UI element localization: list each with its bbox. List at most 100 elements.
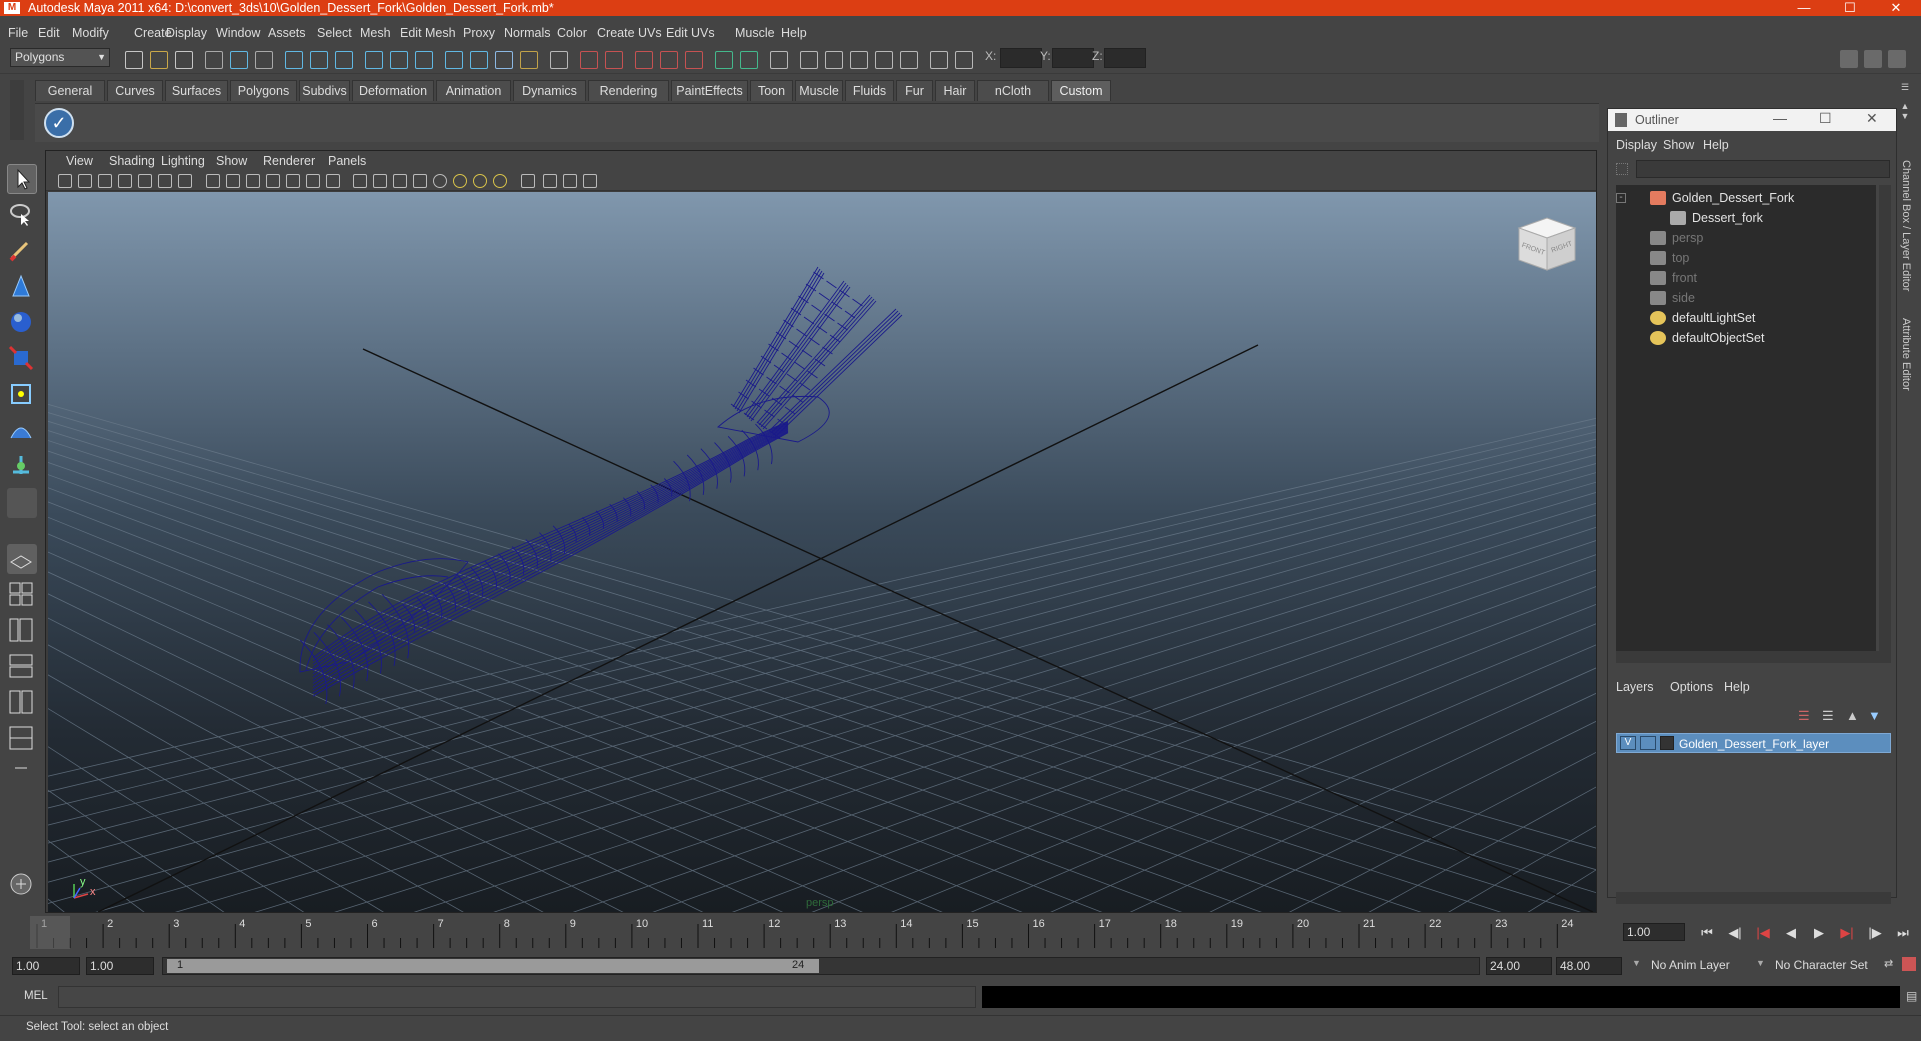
statusline-tool-29-icon[interactable]: [875, 51, 893, 69]
outliner-item-golden-dessert-fork[interactable]: Golden_Dessert_Fork: [1650, 189, 1872, 207]
render-view-icon[interactable]: [7, 870, 37, 900]
shelf-tab-painteffects[interactable]: PaintEffects: [671, 80, 748, 101]
statusline-tool-12-icon[interactable]: [415, 51, 433, 69]
shelf-menu-icon[interactable]: ☰: [1897, 82, 1913, 93]
current-frame-field[interactable]: 1.00: [1623, 923, 1685, 941]
paint-select-tool-icon[interactable]: [7, 236, 37, 266]
statusline-tool-10-icon[interactable]: [365, 51, 383, 69]
layer-row[interactable]: V Golden_Dessert_Fork_layer: [1616, 733, 1891, 753]
layer-playback-toggle[interactable]: [1640, 736, 1656, 750]
outliner-vscrollbar[interactable]: [1879, 185, 1891, 660]
last-tool-slot[interactable]: [7, 488, 37, 518]
shadows-icon[interactable]: [326, 174, 340, 188]
auto-key-icon[interactable]: ⇄: [1884, 957, 1893, 970]
anim-layer-dropdown[interactable]: No Anim Layer: [1648, 957, 1758, 975]
statusline-tool-22-icon[interactable]: [685, 51, 703, 69]
layer-hscrollbar[interactable]: [1616, 892, 1891, 904]
menu-window[interactable]: Window: [216, 26, 260, 40]
menu-edit[interactable]: Edit: [38, 26, 60, 40]
character-set-dropdown-arrow-icon[interactable]: ▼: [1756, 958, 1765, 968]
collapse-toggle-icon[interactable]: -: [1616, 193, 1626, 203]
outliner-hscrollbar[interactable]: [1616, 651, 1891, 663]
outliner-item-persp[interactable]: persp: [1650, 229, 1872, 247]
current-time-marker[interactable]: [30, 916, 70, 949]
shelf-up-arrow-icon[interactable]: ▲: [1897, 101, 1913, 111]
vp-layout-1-icon[interactable]: [543, 174, 557, 188]
go-to-start-icon[interactable]: ⏮: [1697, 923, 1717, 943]
statusline-tool-31-icon[interactable]: [930, 51, 948, 69]
textured-icon[interactable]: [286, 174, 300, 188]
statusline-tool-18-icon[interactable]: [580, 51, 598, 69]
statusline-tool-24-icon[interactable]: [740, 51, 758, 69]
shelf-tab-ncloth[interactable]: nCloth: [977, 80, 1049, 101]
play-backwards-icon[interactable]: ◀: [1781, 923, 1801, 943]
statusline-tool-2-icon[interactable]: [150, 51, 168, 69]
outliner-menu-help[interactable]: Help: [1703, 138, 1729, 152]
statusline-tool-9-icon[interactable]: [335, 51, 353, 69]
maximize-button[interactable]: ☐: [1828, 0, 1872, 16]
menu-set-dropdown[interactable]: Polygons ▼: [10, 48, 110, 67]
outliner-close-button[interactable]: ✕: [1866, 110, 1878, 127]
layer-visibility-toggle[interactable]: V: [1620, 736, 1636, 750]
menu-create-uvs[interactable]: Create UVs: [597, 26, 662, 40]
layer-down-icon[interactable]: ▼: [1868, 708, 1881, 723]
shelf-tab-rendering[interactable]: Rendering: [588, 80, 669, 101]
statusline-tool-17-icon[interactable]: [550, 51, 568, 69]
shelf-tab-curves[interactable]: Curves: [107, 80, 163, 101]
all-lights-icon[interactable]: [433, 174, 447, 188]
outliner-maximize-button[interactable]: ☐: [1819, 110, 1832, 127]
flat-lighting-icon[interactable]: [473, 174, 487, 188]
statusline-tool-11-icon[interactable]: [390, 51, 408, 69]
vp-layout-2-icon[interactable]: [563, 174, 577, 188]
shelf-down-arrow-icon[interactable]: ▼: [1897, 111, 1913, 121]
shelf-tab-fur[interactable]: Fur: [896, 80, 933, 101]
bounding-box-icon[interactable]: [266, 174, 280, 188]
channel-box-toggle-icon[interactable]: [1864, 50, 1882, 68]
play-forwards-icon[interactable]: ▶: [1809, 923, 1829, 943]
attribute-editor-tab[interactable]: Attribute Editor: [1900, 318, 1912, 391]
statusline-tool-26-icon[interactable]: [800, 51, 818, 69]
outliner-item-defaultobjectset[interactable]: defaultObjectSet: [1650, 329, 1872, 347]
viewport-menu-shading[interactable]: Shading: [109, 154, 155, 168]
xray-icon[interactable]: [353, 174, 367, 188]
statusline-tool-3-icon[interactable]: [175, 51, 193, 69]
menu-normals[interactable]: Normals: [504, 26, 551, 40]
script-editor-icon[interactable]: ▤: [1906, 989, 1917, 1003]
wireframe-icon[interactable]: [206, 174, 220, 188]
shelf-tab-deformation[interactable]: Deformation: [352, 80, 434, 101]
statusline-tool-19-icon[interactable]: [605, 51, 623, 69]
menu-color[interactable]: Color: [557, 26, 587, 40]
menu-display[interactable]: Display: [166, 26, 207, 40]
menu-assets[interactable]: Assets: [268, 26, 306, 40]
single-perspective-layout-icon[interactable]: [7, 544, 37, 574]
x-input[interactable]: [1000, 48, 1042, 68]
layers-menu-options[interactable]: Options: [1670, 680, 1713, 694]
custom-shelf-check-icon[interactable]: ✓: [44, 108, 74, 138]
menu-edit-mesh[interactable]: Edit Mesh: [400, 26, 456, 40]
camera-attrs-icon[interactable]: [58, 174, 72, 188]
vp-layout-3-icon[interactable]: [583, 174, 597, 188]
four-view-layout-icon[interactable]: [7, 580, 37, 610]
no-lights-icon[interactable]: [453, 174, 467, 188]
viewport-menu-lighting[interactable]: Lighting: [161, 154, 205, 168]
outliner-menu-display[interactable]: Display: [1616, 138, 1657, 152]
show-manipulator-icon[interactable]: [7, 452, 37, 482]
menu-modify[interactable]: Modify: [72, 26, 109, 40]
shelf-tab-surfaces[interactable]: Surfaces: [165, 80, 228, 101]
shelf-tab-animation[interactable]: Animation: [436, 80, 511, 101]
safe-action-icon[interactable]: [178, 174, 192, 188]
range-slider-handle[interactable]: 1 24: [167, 959, 819, 973]
outliner-filter-input[interactable]: [1636, 160, 1890, 178]
new-layer-icon[interactable]: ☰: [1798, 708, 1810, 724]
outliner-menu-show[interactable]: Show: [1663, 138, 1694, 152]
layers-menu-help[interactable]: Help: [1724, 680, 1750, 694]
statusline-tool-8-icon[interactable]: [310, 51, 328, 69]
statusline-tool-5-icon[interactable]: [230, 51, 248, 69]
statusline-tool-14-icon[interactable]: [470, 51, 488, 69]
statusline-tool-15-icon[interactable]: [495, 51, 513, 69]
outliner-item-top[interactable]: top: [1650, 249, 1872, 267]
viewport-menu-view[interactable]: View: [66, 154, 93, 168]
layer-up-icon[interactable]: ▲: [1846, 708, 1859, 723]
select-tool-icon[interactable]: [7, 164, 37, 194]
soft-modification-icon[interactable]: [7, 416, 37, 446]
